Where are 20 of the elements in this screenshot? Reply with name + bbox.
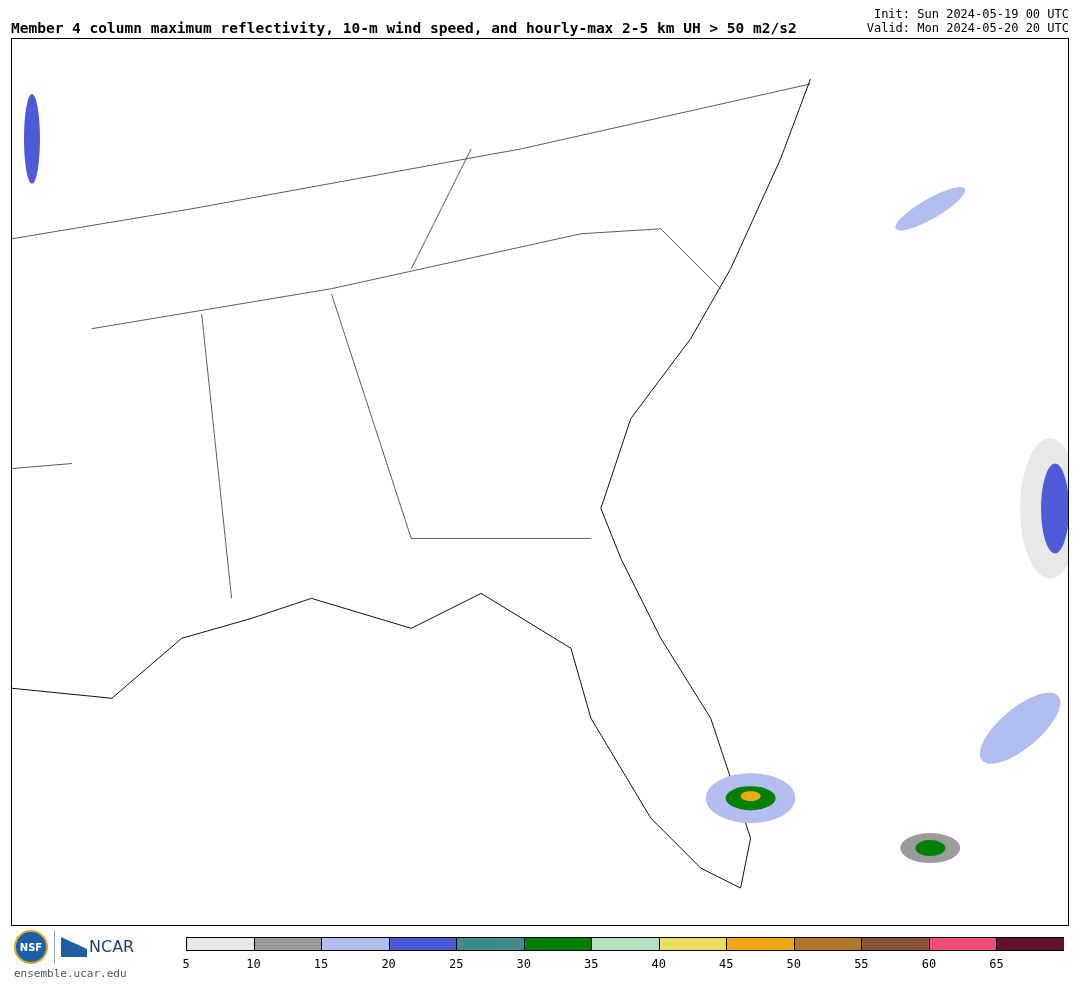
nsf-logo: NSF xyxy=(14,930,48,964)
valid-time: Valid: Mon 2024-05-20 20 UTC xyxy=(866,21,1069,35)
colorbar-label: 30 xyxy=(516,956,531,972)
colorbar-label: 25 xyxy=(448,956,464,972)
colorbar-label: 35 xyxy=(584,956,599,972)
ncar-logo: NCAR xyxy=(89,936,135,958)
colorbar-label: 60 xyxy=(921,956,937,972)
colorbar-label: 5 xyxy=(182,956,190,972)
colorbar-label: 10 xyxy=(246,956,261,972)
colorbar-label: 65 xyxy=(989,956,1004,972)
chart-title: Member 4 column maximum reflectivity, 10-m wind speed, and hourly-max 2-5 km UH > 50 m2/s2 xyxy=(11,20,797,35)
init-time: Init: Sun 2024-05-19 00 UTC xyxy=(873,7,1069,21)
colorbar-label: 45 xyxy=(719,956,734,972)
colorbar-label: 50 xyxy=(786,956,802,972)
colorbar-label: 15 xyxy=(313,956,329,972)
ncar-logo-icon xyxy=(61,937,87,957)
site-url: ensemble.ucar.edu xyxy=(14,966,128,982)
colorbar-label: 55 xyxy=(854,956,869,972)
colorbar-label: 20 xyxy=(381,956,396,972)
colorbar-label: 40 xyxy=(651,956,666,972)
